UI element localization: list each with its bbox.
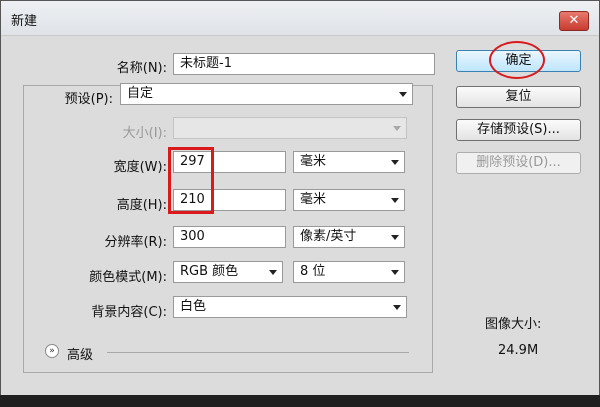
advanced-expand-icon[interactable]: » [45, 344, 59, 358]
dropdown-arrow-icon [391, 270, 399, 275]
resolution-field[interactable]: 300 [173, 226, 286, 248]
width-unit-select[interactable]: 毫米 [293, 151, 405, 173]
save-preset-button[interactable]: 存储预设(S)... [456, 119, 581, 141]
width-unit-value: 毫米 [300, 154, 327, 169]
color-mode-value: RGB 颜色 [180, 264, 239, 279]
name-field[interactable]: 未标题-1 [173, 53, 435, 75]
dropdown-arrow-icon [393, 305, 401, 310]
background-strip [0, 395, 600, 407]
dropdown-arrow-icon [391, 235, 399, 240]
dropdown-arrow-icon [391, 198, 399, 203]
ok-button-highlight [489, 41, 545, 79]
close-button[interactable]: ✕ [559, 11, 589, 31]
background-select[interactable]: 白色 [173, 296, 407, 318]
size-select [173, 117, 407, 139]
background-value: 白色 [180, 299, 207, 314]
advanced-divider [107, 352, 409, 353]
preset-label: 预设(P): [64, 92, 113, 107]
dropdown-arrow-icon [393, 126, 401, 131]
new-document-dialog: 新建 ✕ 名称(N): 未标题-1 预设(P): 自定 大小(I): 宽度(W)… [0, 0, 600, 407]
bit-depth-value: 8 位 [300, 264, 326, 279]
preset-value: 自定 [127, 86, 154, 101]
reset-button[interactable]: 复位 [456, 86, 581, 108]
color-mode-select[interactable]: RGB 颜色 [173, 261, 283, 283]
bit-depth-select[interactable]: 8 位 [293, 261, 405, 283]
name-label: 名称(N): [116, 61, 167, 76]
background-label: 背景内容(C): [91, 305, 167, 320]
preset-select[interactable]: 自定 [120, 83, 413, 105]
close-icon: ✕ [568, 13, 580, 28]
color-mode-label: 颜色模式(M): [89, 270, 167, 285]
resolution-unit-select[interactable]: 像素/英寸 [293, 226, 405, 248]
width-label: 宽度(W): [113, 160, 167, 175]
height-unit-select[interactable]: 毫米 [293, 189, 405, 211]
dropdown-arrow-icon [391, 160, 399, 165]
dropdown-arrow-icon [269, 270, 277, 275]
height-unit-value: 毫米 [300, 192, 327, 207]
dropdown-arrow-icon [399, 92, 407, 97]
resolution-label: 分辨率(R): [104, 235, 167, 250]
image-size-value: 24.9M [498, 343, 539, 358]
advanced-label[interactable]: 高级 [67, 344, 93, 363]
delete-preset-button: 删除预设(D)... [456, 152, 581, 174]
title-bar: 新建 ✕ [1, 1, 599, 36]
size-label: 大小(I): [122, 126, 167, 141]
resolution-unit-value: 像素/英寸 [300, 229, 357, 244]
dialog-title: 新建 [11, 14, 38, 29]
height-label: 高度(H): [116, 198, 167, 213]
image-size-label: 图像大小: [485, 317, 542, 332]
width-height-highlight [168, 147, 214, 214]
